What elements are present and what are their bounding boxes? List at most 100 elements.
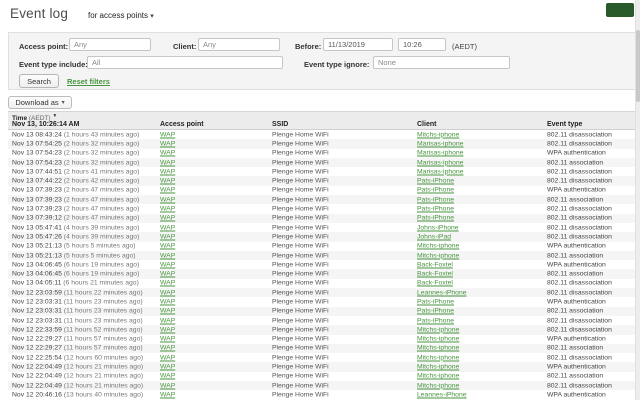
reset-filters-link[interactable]: Reset filters (67, 77, 110, 86)
table-row: Nov 13 07:54:23 (2 hours 32 minutes ago)… (8, 148, 636, 158)
access-point-link[interactable]: WAP (160, 224, 175, 231)
client-link[interactable]: Marisas-iphone (417, 140, 463, 147)
access-point-link[interactable]: WAP (160, 289, 175, 296)
vertical-scrollbar[interactable] (635, 0, 640, 400)
access-point-link[interactable]: WAP (160, 196, 175, 203)
access-point-input[interactable] (69, 38, 151, 51)
access-point-link[interactable]: WAP (160, 206, 175, 213)
client-cell: Mitchs-iphone (417, 382, 459, 389)
event-type-cell: 802.11 association (547, 307, 604, 315)
client-link[interactable]: Johns-iPhone (417, 224, 459, 231)
client-link[interactable]: Mitchs-iphone (417, 345, 459, 352)
access-point-link[interactable]: WAP (160, 373, 175, 380)
client-link[interactable]: Pats-iPhone (417, 178, 454, 185)
client-link[interactable]: Pats-iPhone (417, 206, 454, 213)
client-link[interactable]: Leannes-iPhone (417, 391, 467, 398)
ssid-cell: Plenge Home WiFi (272, 307, 329, 315)
client-link[interactable]: Back-Foxtel (417, 271, 453, 278)
event-time: Nov 13 07:39:12 (2 hours 47 minutes ago) (12, 215, 139, 222)
event-time: Nov 13 05:47:41 (4 hours 39 minutes ago) (12, 224, 139, 231)
client-cell: Leannes-iPhone (417, 391, 467, 398)
client-link[interactable]: Pats-iPhone (417, 187, 454, 194)
event-timestamp: Nov 13 07:39:23 (12, 205, 64, 213)
event-type-cell: WPA authentication (547, 335, 606, 343)
event-type-cell: 802.11 association (547, 270, 604, 278)
ssid-cell: Plenge Home WiFi (272, 159, 329, 167)
client-link[interactable]: Back-Foxtel (417, 280, 453, 287)
client-link[interactable]: Pats-iPhone (417, 196, 454, 203)
access-point-link[interactable]: WAP (160, 326, 175, 333)
client-link[interactable]: Mitchs-iphone (417, 354, 459, 361)
event-timestamp: Nov 13 05:21:13 (12, 242, 64, 250)
chevron-down-icon: ▾ (150, 13, 154, 20)
access-point-link[interactable]: WAP (160, 140, 175, 147)
event-time: Nov 13 05:47:26 (4 hours 39 minutes ago) (12, 233, 139, 240)
client-link[interactable]: Back-Foxtel (417, 261, 453, 268)
event-type-cell: 802.11 disassociation (547, 131, 612, 139)
client-link[interactable]: Pats-iPhone (417, 215, 454, 222)
before-date-input[interactable] (323, 38, 393, 51)
access-point-link[interactable]: WAP (160, 308, 175, 315)
download-as-button[interactable]: Download as ▾ (8, 96, 72, 109)
search-button[interactable]: Search (19, 74, 59, 88)
access-point-cell: WAP (160, 168, 175, 175)
client-link[interactable]: Mitchs-iphone (417, 252, 459, 259)
access-point-link[interactable]: WAP (160, 168, 175, 175)
event-time-ago: (2 hours 32 minutes ago) (63, 159, 140, 167)
access-point-link[interactable]: WAP (160, 131, 175, 138)
event-type-ignore-input[interactable] (373, 56, 510, 69)
event-type-cell: WPA authentication (547, 298, 606, 306)
client-link[interactable]: Mitchs-iphone (417, 364, 459, 371)
access-point-link[interactable]: WAP (160, 233, 175, 240)
client-link[interactable]: Pats-iPhone (417, 298, 454, 305)
table-row: Nov 12 23:03:31 (11 hours 23 minutes ago… (8, 297, 636, 307)
access-point-link[interactable]: WAP (160, 271, 175, 278)
access-point-link[interactable]: WAP (160, 150, 175, 157)
access-point-cell: WAP (160, 187, 175, 194)
event-time-ago: (11 hours 52 minutes ago) (63, 326, 143, 334)
client-link[interactable]: Marisas-iphone (417, 159, 463, 166)
client-cell: Marisas-iphone (417, 140, 463, 147)
access-point-link[interactable]: WAP (160, 159, 175, 166)
client-input[interactable] (198, 38, 280, 51)
access-point-link[interactable]: WAP (160, 336, 175, 343)
access-point-link[interactable]: WAP (160, 252, 175, 259)
client-link[interactable]: Marisas-iphone (417, 150, 463, 157)
client-link[interactable]: Mitchs-iphone (417, 131, 459, 138)
before-time-input[interactable] (398, 38, 446, 51)
event-timestamp: Nov 13 05:47:26 (12, 233, 64, 241)
access-point-link[interactable]: WAP (160, 345, 175, 352)
access-point-link[interactable]: WAP (160, 298, 175, 305)
client-cell: Mitchs-iphone (417, 364, 459, 371)
client-link[interactable]: Pats-iPhone (417, 308, 454, 315)
access-point-cell: WAP (160, 373, 175, 380)
event-time: Nov 13 04:06:45 (6 hours 19 minutes ago) (12, 261, 139, 268)
access-point-link[interactable]: WAP (160, 215, 175, 222)
access-point-link[interactable]: WAP (160, 391, 175, 398)
client-link[interactable]: Johns-iPad (417, 233, 451, 240)
client-cell: Pats-iPhone (417, 298, 454, 305)
client-link[interactable]: Marisas-iphone (417, 168, 463, 175)
access-point-link[interactable]: WAP (160, 364, 175, 371)
client-cell: Mitchs-iphone (417, 336, 459, 343)
client-link[interactable]: Leannes-iPhone (417, 289, 467, 296)
client-link[interactable]: Pats-iPhone (417, 317, 454, 324)
client-link[interactable]: Mitchs-iphone (417, 382, 459, 389)
current-time-row: Nov 13, 10:26:14 AM (12, 121, 80, 128)
access-point-link[interactable]: WAP (160, 261, 175, 268)
access-point-link[interactable]: WAP (160, 280, 175, 287)
access-point-link[interactable]: WAP (160, 187, 175, 194)
client-link[interactable]: Mitchs-iphone (417, 243, 459, 250)
client-link[interactable]: Mitchs-iphone (417, 336, 459, 343)
access-point-cell: WAP (160, 215, 175, 222)
scope-dropdown[interactable]: for access points ▾ (88, 11, 154, 20)
event-type-include-input[interactable] (87, 56, 283, 69)
scrollbar-thumb[interactable] (636, 30, 640, 102)
client-link[interactable]: Mitchs-iphone (417, 326, 459, 333)
access-point-link[interactable]: WAP (160, 178, 175, 185)
access-point-link[interactable]: WAP (160, 243, 175, 250)
access-point-link[interactable]: WAP (160, 317, 175, 324)
access-point-link[interactable]: WAP (160, 354, 175, 361)
access-point-link[interactable]: WAP (160, 382, 175, 389)
client-link[interactable]: Mitchs-iphone (417, 373, 459, 380)
